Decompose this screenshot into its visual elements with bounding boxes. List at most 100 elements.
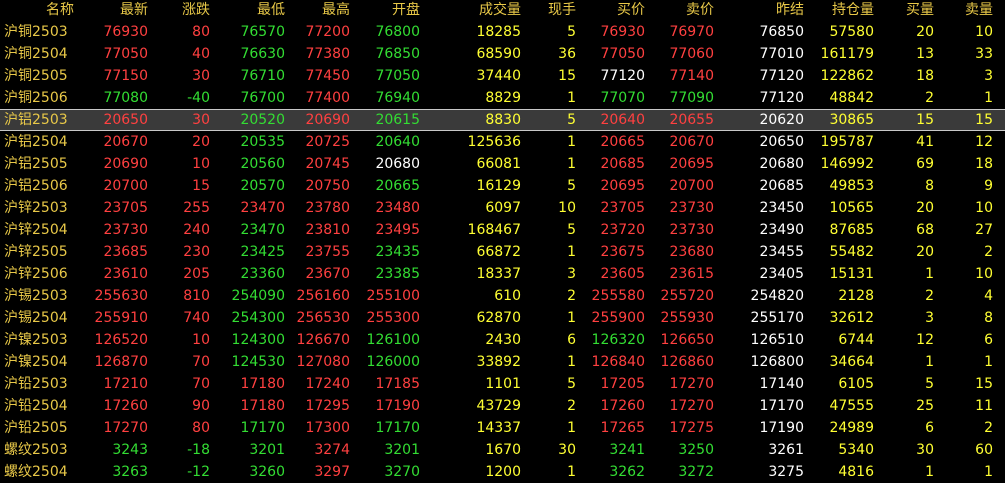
bid-cell: 77070 — [600, 90, 645, 106]
volume-cell: 16129 — [476, 178, 521, 194]
open-cell: 77050 — [375, 68, 420, 84]
volume-cell: 125636 — [467, 134, 521, 150]
quote-row[interactable]: 沪锌2506 23610 205 23360 23670 23385 18337 3 23605… — [0, 263, 1005, 285]
low-cell: 20570 — [240, 178, 285, 194]
open-cell: 76800 — [375, 24, 420, 40]
bid-cell: 3262 — [609, 464, 645, 480]
volume-cell: 1200 — [485, 464, 521, 480]
name-cell: 螺纹2503 — [4, 442, 68, 458]
name-cell: 沪镍2504 — [4, 354, 68, 370]
change-cell: 90 — [192, 398, 210, 414]
last-cell: 20670 — [103, 134, 148, 150]
high-cell: 256530 — [296, 310, 350, 326]
quote-row[interactable]: 沪铅2503 17210 70 17180 17240 17185 1101 5 17205 17… — [0, 373, 1005, 395]
volume-cell: 68590 — [476, 46, 521, 62]
bid-volume-cell: 1 — [925, 354, 934, 370]
quote-row[interactable]: 沪镍2503 126520 10 124300 126670 126100 2430 6 126… — [0, 329, 1005, 351]
prev-settle-cell: 77010 — [759, 46, 804, 62]
ask-volume-cell: 10 — [975, 200, 993, 216]
column-header-ask[interactable]: 卖价 — [686, 0, 714, 21]
ask-cell: 20655 — [669, 112, 714, 128]
column-header-current-hand[interactable]: 现手 — [548, 0, 576, 21]
name-cell: 沪锡2504 — [4, 310, 68, 326]
bid-cell: 23720 — [600, 222, 645, 238]
quote-row[interactable]: 螺纹2503 3243 -18 3201 3274 3201 1670 30 3241 3250 3… — [0, 439, 1005, 461]
current-hand-cell: 1 — [567, 244, 576, 260]
quote-row[interactable]: 沪铅2504 17260 90 17180 17295 17190 43729 2 17260 1… — [0, 395, 1005, 417]
bid-volume-cell: 1 — [925, 464, 934, 480]
ask-cell: 77140 — [669, 68, 714, 84]
open-interest-cell: 6105 — [838, 376, 874, 392]
high-cell: 20750 — [305, 178, 350, 194]
open-cell: 3201 — [384, 442, 420, 458]
bid-cell: 76930 — [600, 24, 645, 40]
quote-row[interactable]: 沪锌2504 23730 240 23470 23810 23495 168467 5 2372… — [0, 219, 1005, 241]
bid-volume-cell: 20 — [916, 200, 934, 216]
open-interest-cell: 49853 — [829, 178, 874, 194]
column-header-high[interactable]: 最高 — [322, 0, 350, 21]
ask-cell: 76970 — [669, 24, 714, 40]
quote-row[interactable]: 沪铝2505 20690 10 20560 20745 20680 66081 1 20685 2… — [0, 153, 1005, 175]
column-header-bid[interactable]: 买价 — [617, 0, 645, 21]
bid-cell: 20640 — [600, 112, 645, 128]
column-header-name[interactable]: 名称 — [46, 0, 126, 21]
quote-row[interactable]: 沪锡2504 255910 740 254300 256530 255300 62870 1 2… — [0, 307, 1005, 329]
low-cell: 76570 — [240, 24, 285, 40]
quote-row[interactable]: 沪铜2504 77050 40 76630 77380 76850 68590 36 77050… — [0, 43, 1005, 65]
last-cell: 76930 — [103, 24, 148, 40]
column-header-open-interest[interactable]: 持仓量 — [832, 0, 874, 21]
quote-row[interactable]: 沪铜2503 76930 80 76570 77200 76800 18285 5 76930 7… — [0, 21, 1005, 43]
volume-cell: 8829 — [485, 90, 521, 106]
quote-row[interactable]: 沪铜2505 77150 30 76710 77450 77050 37440 15 77120… — [0, 65, 1005, 87]
open-cell: 3270 — [384, 464, 420, 480]
column-header-last[interactable]: 最新 — [120, 0, 148, 21]
high-cell: 256160 — [296, 288, 350, 304]
volume-cell: 18337 — [476, 266, 521, 282]
column-header-low[interactable]: 最低 — [257, 0, 285, 21]
ask-cell: 255720 — [660, 288, 714, 304]
current-hand-cell: 5 — [567, 376, 576, 392]
ask-cell: 17270 — [669, 376, 714, 392]
volume-cell: 66081 — [476, 156, 521, 172]
quote-row[interactable]: 沪锡2503 255630 810 254090 256160 255100 610 2 255… — [0, 285, 1005, 307]
quote-row[interactable]: 沪铅2505 17270 80 17170 17300 17170 14337 1 17265 1… — [0, 417, 1005, 439]
change-cell: 10 — [192, 156, 210, 172]
volume-cell: 6097 — [485, 200, 521, 216]
bid-cell: 255900 — [591, 310, 645, 326]
quote-row[interactable]: 沪铝2503 20650 30 20520 20690 20615 8830 5 20640 20… — [0, 109, 1005, 131]
current-hand-cell: 10 — [558, 200, 576, 216]
ask-volume-cell: 1 — [984, 464, 993, 480]
column-header-prev-settle[interactable]: 昨结 — [776, 0, 804, 21]
quote-row[interactable]: 螺纹2504 3263 -12 3260 3297 3270 1200 1 3262 3272 32… — [0, 461, 1005, 483]
quote-row[interactable]: 沪铝2506 20700 15 20570 20750 20665 16129 5 20695 2… — [0, 175, 1005, 197]
ask-volume-cell: 10 — [975, 266, 993, 282]
ask-cell: 20695 — [669, 156, 714, 172]
change-cell: 80 — [192, 24, 210, 40]
low-cell: 254300 — [231, 310, 285, 326]
bid-cell: 3241 — [609, 442, 645, 458]
column-header-open[interactable]: 开盘 — [392, 0, 420, 21]
last-cell: 23730 — [103, 222, 148, 238]
low-cell: 3201 — [249, 442, 285, 458]
quote-row[interactable]: 沪铜2506 77080 -40 76700 77400 76940 8829 1 77070 7… — [0, 87, 1005, 109]
bid-volume-cell: 3 — [925, 310, 934, 326]
ask-volume-cell: 11 — [975, 398, 993, 414]
column-header-ask-volume[interactable]: 卖量 — [965, 0, 993, 21]
change-cell: 15 — [192, 178, 210, 194]
volume-cell: 1670 — [485, 442, 521, 458]
quote-row[interactable]: 沪镍2504 126870 70 124530 127080 126000 33892 1 12… — [0, 351, 1005, 373]
high-cell: 20690 — [305, 112, 350, 128]
quote-row[interactable]: 沪铝2504 20670 20 20535 20725 20640 125636 1 20665… — [0, 131, 1005, 153]
column-header-volume[interactable]: 成交量 — [479, 0, 521, 21]
column-header-bid-volume[interactable]: 买量 — [906, 0, 934, 21]
quote-row[interactable]: 沪锌2503 23705 255 23470 23780 23480 6097 10 23705… — [0, 197, 1005, 219]
prev-settle-cell: 17170 — [759, 398, 804, 414]
open-interest-cell: 87685 — [829, 222, 874, 238]
last-cell: 255910 — [94, 310, 148, 326]
ask-cell: 23730 — [669, 200, 714, 216]
name-cell: 沪铜2505 — [4, 68, 68, 84]
column-header-row: 名称 最新 涨跌 最低 最高 开盘 成交量 现手 买价 卖价 昨结 持仓量 买量… — [0, 0, 1005, 21]
ask-cell: 255930 — [660, 310, 714, 326]
column-header-change[interactable]: 涨跌 — [182, 0, 210, 21]
quote-row[interactable]: 沪锌2505 23685 230 23425 23755 23435 66872 1 23675… — [0, 241, 1005, 263]
